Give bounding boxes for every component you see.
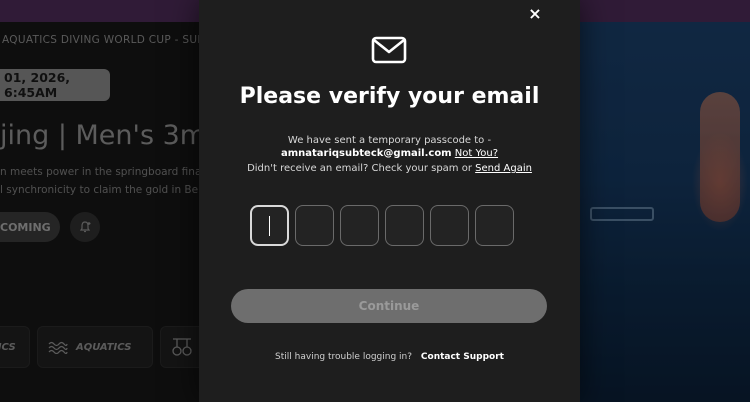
sent-text: We have sent a temporary passcode to - xyxy=(287,135,492,146)
otp-digit-3[interactable] xyxy=(340,205,379,246)
close-icon: × xyxy=(528,3,542,23)
resend-line: Didn't receive an email? Check your spam… xyxy=(199,163,580,174)
support-line: Still having trouble logging in? Contact… xyxy=(199,352,580,362)
otp-digit-2[interactable] xyxy=(295,205,334,246)
verify-email-modal: × Please verify your email We have sent … xyxy=(199,0,580,402)
trouble-text: Still having trouble logging in? xyxy=(275,352,413,362)
continue-button[interactable]: Continue xyxy=(231,289,547,323)
email-line: amnatariqsubteck@gmail.com Not You? xyxy=(199,148,580,159)
resend-prompt: Didn't receive an email? Check your spam… xyxy=(247,163,472,174)
envelope-icon xyxy=(371,36,407,64)
otp-digit-6[interactable] xyxy=(475,205,514,246)
contact-support-link[interactable]: Contact Support xyxy=(421,352,504,362)
otp-digit-4[interactable] xyxy=(385,205,424,246)
modal-title: Please verify your email xyxy=(239,84,540,109)
send-again-link[interactable]: Send Again xyxy=(475,163,532,174)
otp-input-group xyxy=(250,205,514,246)
otp-digit-1[interactable] xyxy=(250,205,289,246)
not-you-link[interactable]: Not You? xyxy=(455,148,498,159)
email-address: amnatariqsubteck@gmail.com xyxy=(280,148,452,159)
text-caret xyxy=(269,215,270,236)
otp-digit-5[interactable] xyxy=(430,205,469,246)
close-button[interactable]: × xyxy=(522,2,548,24)
